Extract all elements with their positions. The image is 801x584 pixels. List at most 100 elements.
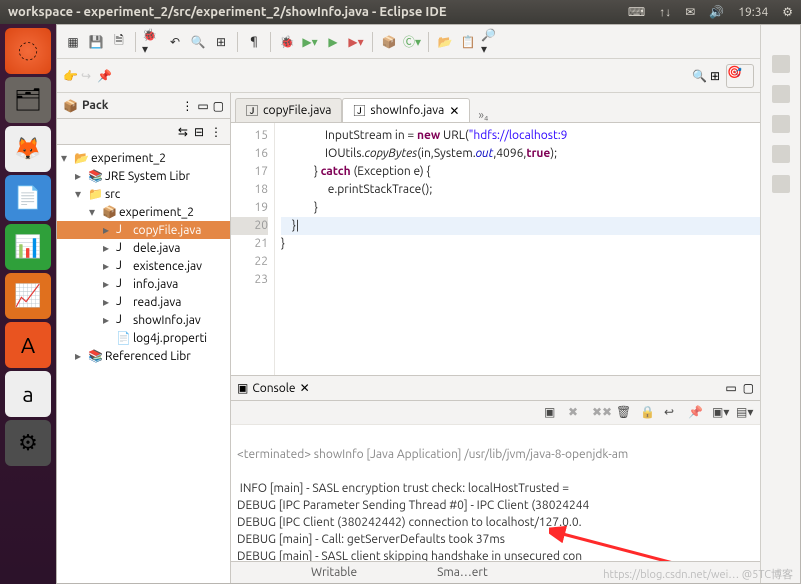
debug-icon[interactable]: 🐞	[277, 32, 297, 52]
tree-node[interactable]: 📄log4j.properti	[57, 329, 230, 347]
remove-launch-icon[interactable]: ✖	[568, 405, 584, 421]
tree-node[interactable]: ▸JshowInfo.jav	[57, 311, 230, 329]
close-tab-icon[interactable]: ✕	[449, 104, 459, 118]
quick-access-icon[interactable]: 🔍	[692, 69, 707, 83]
launcher-writer[interactable]: 📄	[5, 175, 51, 221]
unity-launcher: ◌🗂🦊📄📊📈Aa⚙	[0, 24, 56, 584]
console-min-icon[interactable]: ▭	[725, 381, 736, 395]
display-select-icon[interactable]: ▣▾	[712, 405, 728, 421]
debug-config-icon[interactable]: 🐞▾	[142, 32, 162, 52]
launcher-files[interactable]: 🗂	[5, 77, 51, 123]
link-editor-icon[interactable]: ⊟	[194, 125, 204, 139]
java-perspective-icon[interactable]: 🎯	[726, 64, 754, 88]
launcher-software[interactable]: A	[5, 322, 51, 368]
run-icon[interactable]: ▶▾	[300, 32, 320, 52]
launcher-ubuntu[interactable]: ◌	[5, 28, 51, 74]
tree-node[interactable]: ▸JcopyFile.java	[57, 221, 230, 239]
system-menubar: workspace - experiment_2/src/experiment_…	[0, 0, 801, 24]
clear-console-icon[interactable]: 🗑	[616, 405, 632, 421]
tree-node[interactable]: ▾📂experiment_2	[57, 149, 230, 167]
open-console-icon[interactable]: ▤▾	[736, 405, 752, 421]
new-package-icon[interactable]: 📦	[379, 32, 399, 52]
new-class-icon[interactable]: Ⓒ▾	[402, 32, 422, 52]
clock[interactable]: 19:34	[738, 6, 768, 19]
code-editor[interactable]: 151617181920212223 InputStream in = new …	[231, 123, 760, 375]
console-close-icon[interactable]: ✕	[300, 381, 310, 395]
coverage-icon[interactable]: ▶	[323, 32, 343, 52]
launcher-impress[interactable]: 📈	[5, 273, 51, 319]
network-icon[interactable]: ↑↓	[659, 5, 671, 19]
console-icon: ▣	[237, 381, 248, 395]
launcher-amazon[interactable]: a	[5, 371, 51, 417]
status-insert: Sma…ert	[437, 566, 488, 579]
window-title: workspace - experiment_2/src/experiment_…	[8, 5, 447, 19]
tree-node[interactable]: ▾📦experiment_2	[57, 203, 230, 221]
bookmark-icon[interactable]	[772, 115, 790, 133]
tree-node[interactable]: ▸Jexistence.jav	[57, 257, 230, 275]
search2-icon[interactable]: 🔎▾	[481, 32, 501, 52]
tree-node[interactable]: ▸Jinfo.java	[57, 275, 230, 293]
tree-node[interactable]: ▸📚Referenced Libr	[57, 347, 230, 365]
secondary-toolbar: 👉 ↪ 📌 🔍 ⊞ 🎯	[57, 59, 760, 93]
watermark: https://blog.csdn.net/wei… @5TC博客	[603, 566, 793, 582]
nav-fwd-icon[interactable]: ↪	[81, 69, 91, 83]
collapse-all-icon[interactable]: ⇆	[178, 125, 188, 139]
power-icon[interactable]: ⚙	[782, 5, 793, 19]
open-perspective-icon[interactable]: ⊞	[710, 69, 720, 83]
messages-icon[interactable]: ✉	[685, 5, 695, 19]
package-explorer-title: Pack	[82, 99, 109, 112]
project-tree[interactable]: ▾📂experiment_2▸📚JRE System Libr▾📁src▾📦ex…	[57, 145, 230, 583]
package-icon: 📦	[63, 99, 78, 113]
tree-node[interactable]: ▾📁src	[57, 185, 230, 203]
scroll-lock-icon[interactable]: 🔒	[640, 405, 656, 421]
minimize-icon[interactable]: ▭	[197, 99, 208, 113]
console-max-icon[interactable]: ▢	[743, 381, 754, 395]
outline-icon[interactable]	[772, 55, 790, 73]
open-type-icon[interactable]: 📂	[435, 32, 455, 52]
volume-icon[interactable]: 🔊	[709, 5, 724, 19]
java-file-icon: 🄹	[246, 102, 258, 119]
console-title: Console	[252, 382, 295, 395]
paragraph-icon[interactable]: ¶	[244, 32, 264, 52]
outline2-icon[interactable]	[772, 175, 790, 193]
problems-icon[interactable]	[772, 145, 790, 163]
word-wrap-icon[interactable]: ↩	[664, 405, 680, 421]
java-file-icon: 🄹	[353, 102, 365, 119]
editor-tab[interactable]: 🄹copyFile.java	[235, 98, 342, 122]
console-view: ▣ Console ✕ ▭ ▢ ▣ ✖ ✖✖ 🗑 🔒	[231, 375, 760, 561]
keyboard-icon[interactable]: ⌨	[628, 5, 645, 19]
pin-icon[interactable]: 📌	[97, 69, 112, 83]
undo-icon[interactable]: ↶	[165, 32, 185, 52]
new-icon[interactable]: ▦	[63, 32, 83, 52]
tree-node[interactable]: ▸📚JRE System Libr	[57, 167, 230, 185]
right-trim	[760, 25, 800, 583]
console-status: <terminated> showInfo [Java Application]…	[237, 448, 628, 461]
terminate-icon[interactable]: ▣	[544, 405, 560, 421]
filter-icon[interactable]: ⋮	[210, 125, 222, 139]
maximize-icon[interactable]: ▢	[213, 99, 224, 113]
save-all-icon[interactable]: 🗎	[109, 32, 129, 52]
package-explorer: 📦 Pack ⋮ ▭ ▢ ⇆ ⊟ ⋮ ▾📂experiment_2▸📚JRE S…	[57, 93, 231, 583]
task-list-icon[interactable]	[772, 85, 790, 103]
ext-tools-icon[interactable]: ▶▾	[346, 32, 366, 52]
save-icon[interactable]: 💾	[86, 32, 106, 52]
tree-node[interactable]: ▸Jdele.java	[57, 239, 230, 257]
launcher-settings[interactable]: ⚙	[5, 420, 51, 466]
launcher-firefox[interactable]: 🦊	[5, 126, 51, 172]
tree-node[interactable]: ▸Jread.java	[57, 293, 230, 311]
launcher-calc[interactable]: 📊	[5, 224, 51, 270]
console-output[interactable]: <terminated> showInfo [Java Application]…	[231, 425, 760, 561]
editor-tab[interactable]: 🄹showInfo.java ✕	[342, 98, 470, 122]
line-gutter: 151617181920212223	[231, 123, 275, 375]
system-tray: ⌨ ↑↓ ✉ 🔊 19:34 ⚙	[628, 5, 793, 19]
open-task-icon[interactable]: 📋	[458, 32, 478, 52]
nav-back-icon[interactable]: 👉	[63, 69, 78, 83]
code-area[interactable]: InputStream in = new URL("hdfs://localho…	[275, 123, 760, 375]
pin-console-icon[interactable]: 📌	[688, 405, 704, 421]
toggle-icon[interactable]: ⊞	[211, 32, 231, 52]
more-tabs-icon[interactable]: »₄	[478, 109, 488, 122]
main-toolbar: ▦ 💾 🗎 🐞▾ ↶ 🔍 ⊞ ¶ 🐞 ▶▾ ▶ ▶▾ 📦 Ⓒ▾ 📂 📋 🔎▾	[57, 25, 760, 59]
search-icon[interactable]: 🔍	[188, 32, 208, 52]
remove-all-icon[interactable]: ✖✖	[592, 405, 608, 421]
view-menu-icon[interactable]: ⋮	[181, 99, 193, 113]
